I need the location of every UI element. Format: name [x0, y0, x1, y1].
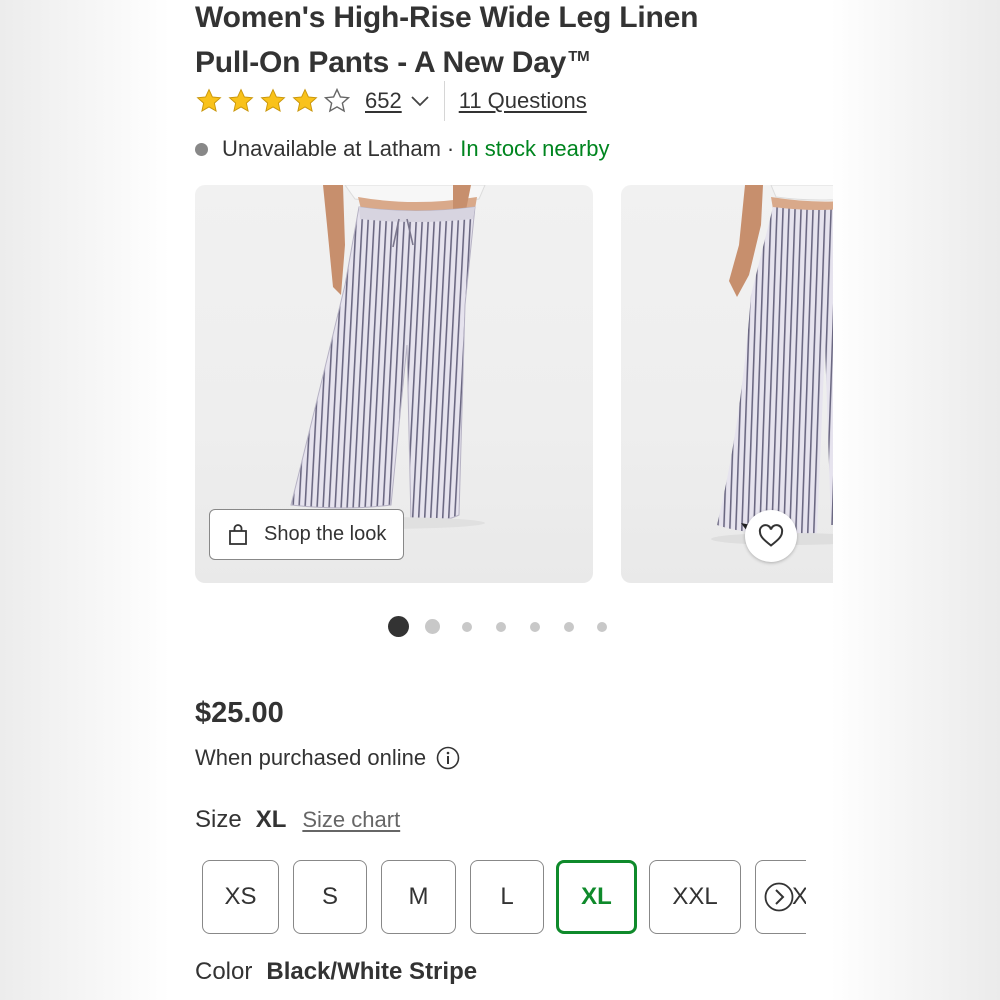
product-page: Women's High-Rise Wide Leg Linen Pull-On …: [168, 0, 833, 1000]
size-option-l[interactable]: L: [470, 860, 544, 934]
status-dot-icon: [195, 142, 208, 156]
chevron-right-circle-icon[interactable]: [764, 882, 794, 912]
shop-the-look-label: Shop the look: [264, 523, 387, 545]
store-availability[interactable]: Unavailable at Latham: [222, 136, 441, 162]
purchase-note: When purchased online: [195, 743, 460, 773]
info-icon[interactable]: [436, 746, 460, 770]
carousel-dot[interactable]: [425, 619, 440, 634]
size-option-label: XXL: [672, 883, 718, 910]
pants-back-image: [711, 185, 833, 545]
size-label: Size: [195, 806, 242, 833]
selected-color: Black/White Stripe: [266, 958, 478, 985]
carousel-dot[interactable]: [597, 622, 607, 632]
heart-icon: [758, 524, 784, 547]
title-line-2: Pull-On Pants - A New Day: [195, 46, 567, 79]
purchase-note-text: When purchased online: [195, 745, 427, 770]
carousel-dot[interactable]: [496, 622, 506, 632]
chevron-down-icon[interactable]: [408, 89, 432, 113]
star-filled-icon: [196, 88, 222, 112]
size-option-label: XL: [581, 883, 612, 910]
shopping-bag-icon: [229, 523, 247, 545]
size-option-xl[interactable]: XL: [556, 860, 637, 934]
size-selector: XS S M L XL XXL X: [202, 860, 806, 936]
star-filled-icon: [228, 88, 254, 112]
size-option-s[interactable]: S: [293, 860, 367, 934]
size-option-partial-label: X: [792, 883, 806, 910]
carousel-dot[interactable]: [564, 622, 574, 632]
size-option-label: XS: [224, 883, 257, 910]
size-option-label: M: [408, 883, 429, 910]
size-option-m[interactable]: M: [381, 860, 456, 934]
questions-link[interactable]: 11 Questions: [459, 88, 587, 114]
size-option-more[interactable]: X: [755, 860, 806, 934]
star-filled-icon: [292, 88, 318, 112]
separator-dot: ·: [446, 136, 455, 161]
color-row: Color Black/White Stripe: [195, 958, 477, 992]
star-rating[interactable]: [195, 87, 351, 115]
selected-size: XL: [255, 806, 287, 833]
shop-the-look-button[interactable]: Shop the look: [209, 509, 404, 560]
size-option-xxl[interactable]: XXL: [649, 860, 741, 934]
size-row: Size XL Size chart: [195, 806, 400, 838]
trademark-symbol: TM: [568, 48, 590, 65]
availability-row: Unavailable at Latham · In stock nearby: [195, 134, 609, 164]
star-filled-icon: [260, 88, 286, 112]
rating-divider: [443, 81, 445, 121]
size-option-label: L: [500, 883, 514, 910]
carousel-dot[interactable]: [462, 622, 472, 632]
size-option-label: S: [321, 883, 338, 910]
size-chart-link[interactable]: Size chart: [302, 807, 400, 833]
product-price: $25.00: [195, 697, 284, 729]
carousel-pagination: [168, 616, 833, 638]
carousel-dot[interactable]: [530, 622, 540, 632]
product-image-2[interactable]: [621, 185, 833, 583]
favorite-button[interactable]: [745, 510, 797, 562]
product-image-1[interactable]: Shop the look: [195, 185, 593, 583]
stock-status[interactable]: In stock nearby: [460, 136, 609, 162]
review-count-link[interactable]: 652: [365, 88, 402, 114]
color-label: Color: [195, 958, 253, 985]
product-title: Women's High-Rise Wide Leg Linen Pull-On …: [195, 0, 815, 82]
size-option-xs[interactable]: XS: [202, 860, 279, 934]
carousel-dot-active[interactable]: [388, 616, 409, 637]
rating-row: 652 11 Questions: [195, 81, 587, 121]
star-empty-icon: [323, 87, 351, 113]
title-line-1: Women's High-Rise Wide Leg Linen: [195, 1, 699, 34]
